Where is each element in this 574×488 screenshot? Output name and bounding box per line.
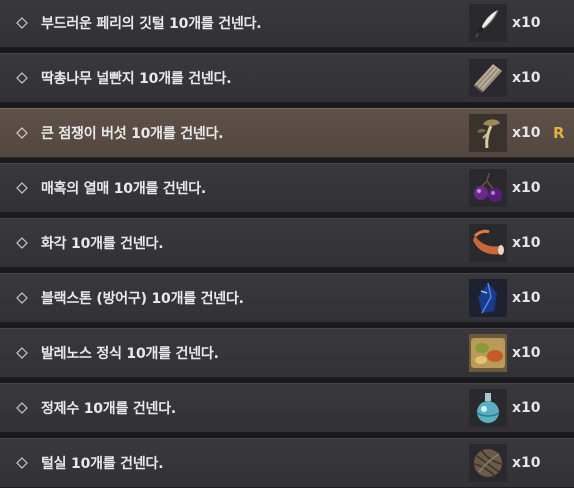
option-label: 부드러운 페리의 깃털 10개를 건넨다. <box>41 16 262 32</box>
blackstone-icon <box>469 279 507 317</box>
dialog-option-row[interactable]: 털실 10개를 건넨다. x10 <box>0 438 574 488</box>
diamond-bullet-icon <box>15 16 29 30</box>
quantity-text: x10 <box>512 125 541 141</box>
quantity-text: x10 <box>512 235 541 251</box>
quantity-text: x10 <box>512 290 541 306</box>
dialog-option-row[interactable]: 부드러운 페리의 깃털 10개를 건넨다. x10 <box>0 0 574 48</box>
diamond-bullet-icon <box>15 181 29 195</box>
quantity-text: x10 <box>512 15 541 31</box>
option-label: 발레노스 정식 10개를 건넨다. <box>41 346 219 362</box>
diamond-bullet-icon <box>15 401 29 415</box>
diamond-bullet-icon <box>15 346 29 360</box>
diamond-bullet-icon <box>15 291 29 305</box>
diamond-bullet-icon <box>15 126 29 140</box>
dialog-option-list: 부드러운 페리의 깃털 10개를 건넨다. x10 딱총나무 널빤지 10개를 … <box>0 0 574 488</box>
dialog-option-row[interactable]: 정제수 10개를 건넨다. x10 <box>0 383 574 433</box>
dialog-option-row[interactable]: 블랙스톤 (방어구) 10개를 건넨다. x10 <box>0 273 574 323</box>
diamond-bullet-icon <box>15 236 29 250</box>
dialog-option-row[interactable]: 발레노스 정식 10개를 건넨다. x10 <box>0 328 574 378</box>
diamond-bullet-icon <box>15 456 29 470</box>
option-label: 큰 점쟁이 버섯 10개를 건넨다. <box>41 126 224 142</box>
berry-icon <box>469 169 507 207</box>
option-label: 정제수 10개를 건넨다. <box>41 401 176 417</box>
option-label: 털실 10개를 건넨다. <box>41 456 164 472</box>
wood-plank-icon <box>469 59 507 97</box>
dialog-option-row-selected[interactable]: 큰 점쟁이 버섯 10개를 건넨다. x10 R <box>0 108 574 158</box>
yarn-icon <box>469 444 507 482</box>
quantity-text: x10 <box>512 180 541 196</box>
hotkey-hint: R <box>553 124 565 142</box>
quantity-text: x10 <box>512 345 541 361</box>
dialog-option-row[interactable]: 딱총나무 널빤지 10개를 건넨다. x10 <box>0 53 574 103</box>
feather-icon <box>469 4 507 42</box>
quantity-text: x10 <box>512 455 541 471</box>
quantity-text: x10 <box>512 70 541 86</box>
option-label: 딱총나무 널빤지 10개를 건넨다. <box>41 71 232 87</box>
option-label: 화각 10개를 건넨다. <box>41 236 164 252</box>
dialog-option-row[interactable]: 매혹의 열매 10개를 건넨다. x10 <box>0 163 574 213</box>
option-label: 블랙스톤 (방어구) 10개를 건넨다. <box>41 291 244 307</box>
option-label: 매혹의 열매 10개를 건넨다. <box>41 181 207 197</box>
horn-icon <box>469 224 507 262</box>
dialog-option-row[interactable]: 화각 10개를 건넨다. x10 <box>0 218 574 268</box>
diamond-bullet-icon <box>15 71 29 85</box>
quantity-text: x10 <box>512 400 541 416</box>
water-flask-icon <box>469 389 507 427</box>
meal-icon <box>469 334 507 372</box>
mushroom-icon <box>469 114 507 152</box>
